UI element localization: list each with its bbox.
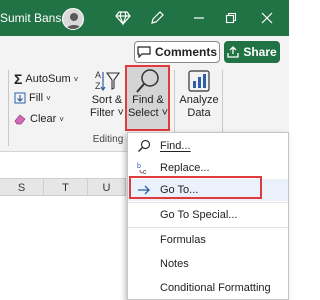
pen-icon[interactable] [148, 9, 166, 27]
sigma-icon: Σ [14, 71, 23, 87]
menu-item-label: Replace... [160, 162, 210, 174]
column-header[interactable]: S [0, 179, 44, 196]
search-icon [136, 69, 159, 93]
ribbon-separator [174, 70, 175, 140]
svg-text:A: A [95, 70, 101, 80]
find-select-label-1: Find & [132, 94, 164, 106]
analyze-label-1: Analyze [179, 94, 219, 106]
svg-text:c: c [143, 169, 147, 175]
eraser-icon [14, 114, 26, 125]
comment-icon [137, 46, 151, 58]
svg-text:b: b [137, 163, 141, 170]
fill-button[interactable]: Fill ˅ [14, 92, 51, 104]
chevron-down-icon: ˅ [73, 74, 79, 84]
fill-down-icon [14, 92, 26, 104]
clear-label: Clear [30, 113, 57, 125]
analyze-label-2: Data [187, 107, 211, 119]
go-to-highlight [129, 176, 262, 199]
replace-icon: bc [136, 160, 152, 176]
menu-separator [128, 227, 288, 228]
autosum-button[interactable]: Σ AutoSum ˅ [14, 71, 78, 87]
menu-item-label: Notes [160, 258, 189, 270]
menu-item-find[interactable]: Find... [128, 135, 288, 157]
share-label: Share [243, 45, 277, 59]
autosum-label: AutoSum [25, 73, 71, 85]
analyze-data-button[interactable]: Analyze Data [178, 68, 220, 120]
sort-filter-button[interactable]: A Z Sort & Filter ˅ [89, 68, 125, 120]
ribbon-separator [8, 70, 9, 146]
sort-filter-icon: A Z [95, 70, 121, 92]
share-button[interactable]: Share [224, 41, 280, 63]
sort-filter-label-2: Filter ˅ [90, 107, 124, 119]
comments-label: Comments [154, 45, 217, 59]
close-icon[interactable] [258, 9, 276, 27]
title-bar: Sumit Bansal [0, 0, 289, 36]
share-icon [227, 46, 239, 58]
menu-item-label: Conditional Formatting [160, 282, 271, 294]
diamond-icon[interactable] [114, 9, 132, 27]
chevron-down-icon: ˅ [59, 114, 64, 124]
column-header[interactable]: T [44, 179, 88, 196]
menu-item-label: Go To Special... [160, 209, 238, 221]
menu-item-notes[interactable]: Notes [128, 253, 288, 275]
svg-text:Z: Z [95, 81, 101, 91]
sort-filter-label-1: Sort & [91, 94, 123, 106]
find-select-label-2: Select ˅ [127, 107, 169, 119]
restore-icon[interactable] [222, 9, 240, 27]
column-header[interactable]: U [88, 179, 126, 196]
avatar[interactable] [62, 8, 84, 30]
chevron-down-icon: ˅ [46, 93, 51, 103]
analyze-data-icon [188, 70, 210, 92]
menu-item-go-to-special[interactable]: Go To Special... [128, 204, 288, 226]
clear-button[interactable]: Clear ˅ [14, 113, 64, 125]
fill-label: Fill [29, 92, 44, 104]
menu-item-label: Find... [160, 140, 191, 152]
find-select-menu: Find... bc Replace... Go To... Go To Spe… [127, 132, 289, 300]
menu-item-label: Formulas [160, 234, 206, 246]
menu-separator [128, 202, 288, 203]
search-icon [136, 138, 152, 154]
menu-item-formulas[interactable]: Formulas [128, 229, 288, 251]
minimize-icon[interactable] [190, 9, 208, 27]
menu-item-conditional-formatting[interactable]: Conditional Formatting [128, 277, 288, 299]
user-name: Sumit Bansal [0, 11, 71, 25]
find-select-content[interactable]: Find & Select ˅ [127, 68, 169, 120]
column-headers: S T U [0, 178, 126, 196]
comments-button[interactable]: Comments [134, 41, 220, 63]
